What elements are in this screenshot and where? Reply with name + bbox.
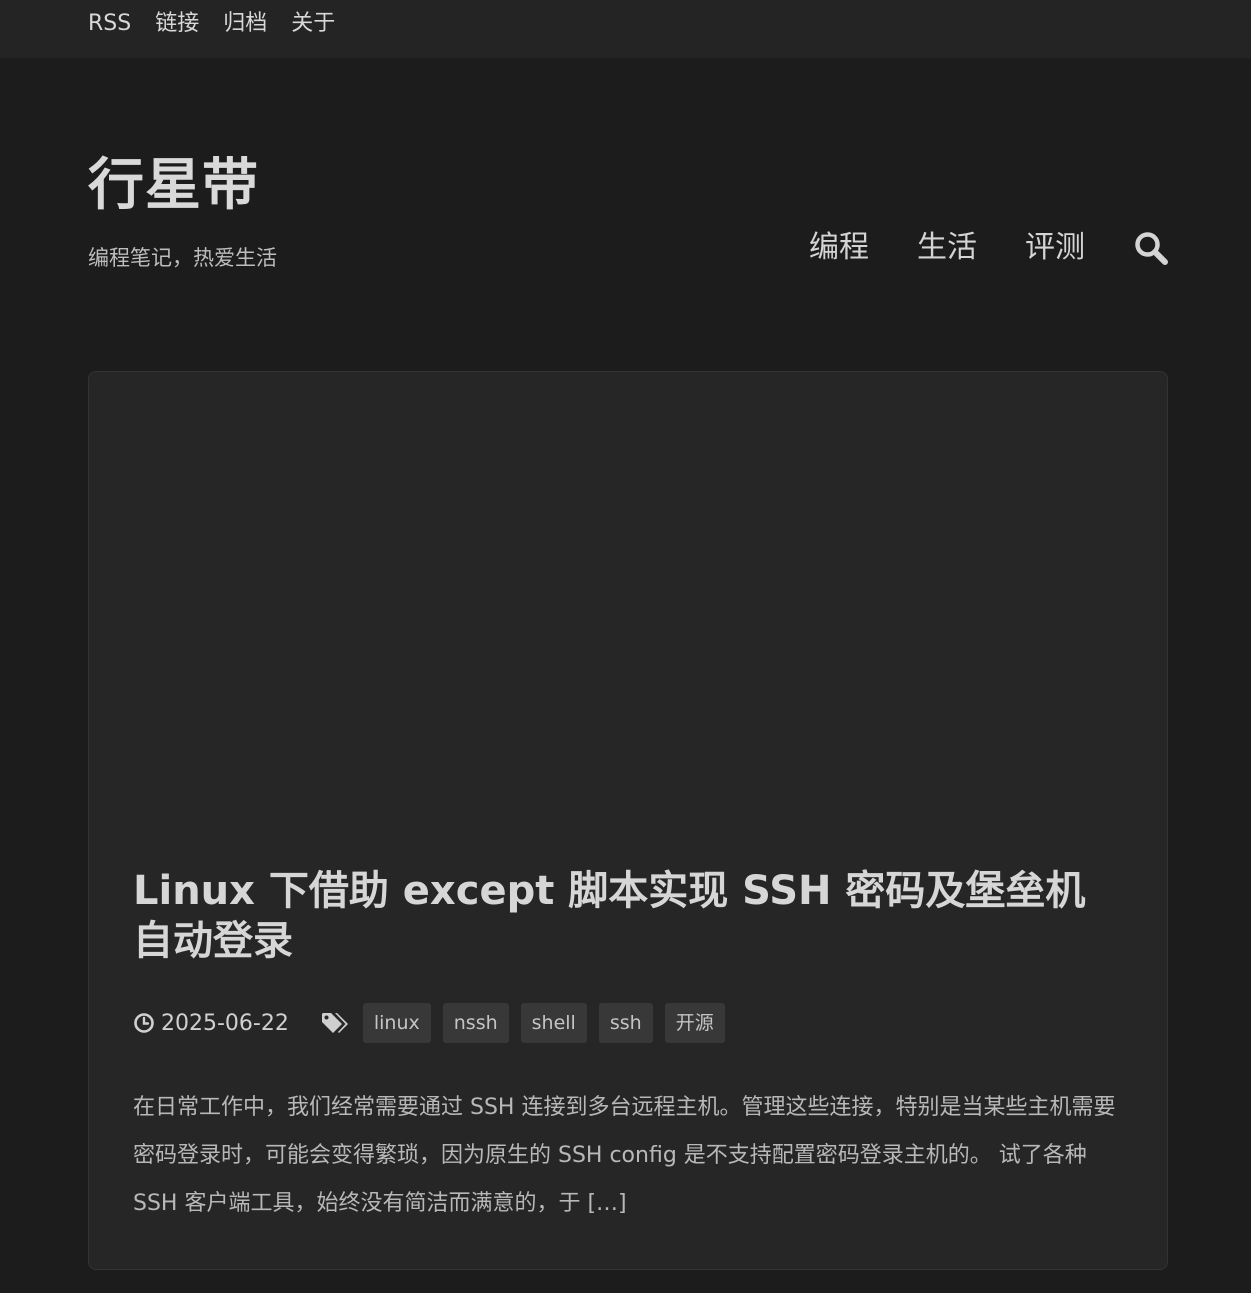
tag-ssh[interactable]: ssh [598,1003,653,1043]
top-bar: RSS 链接 归档 关于 [0,0,1251,58]
post-thumbnail[interactable] [89,372,1167,842]
site-title[interactable]: 行星带 [88,152,259,220]
post-card: Linux 下借助 except 脚本实现 SSH 密码及堡垒机自动登录 202… [88,371,1168,1270]
nav-item-life[interactable]: 生活 [917,228,977,268]
post-tags: linux nssh shell ssh 开源 [362,1003,725,1043]
tag-open-source[interactable]: 开源 [664,1003,725,1043]
tags-icon [321,1011,349,1035]
post-date-text: 2025-06-22 [161,1010,289,1036]
top-link-rss[interactable]: RSS [88,10,131,38]
tag-shell[interactable]: shell [520,1003,587,1043]
search-icon [1135,232,1168,265]
top-link-about[interactable]: 关于 [291,10,335,38]
tag-linux[interactable]: linux [362,1003,431,1043]
nav-item-review[interactable]: 评测 [1025,228,1085,268]
post-title[interactable]: Linux 下借助 except 脚本实现 SSH 密码及堡垒机自动登录 [133,866,1123,966]
clock-icon [134,1013,154,1033]
main-nav: 编程 生活 评测 [809,228,1169,268]
search-button[interactable] [1133,230,1169,266]
tag-nssh[interactable]: nssh [442,1003,509,1043]
top-link-archive[interactable]: 归档 [223,10,267,38]
post-excerpt: 在日常工作中，我们经常需要通过 SSH 连接到多台远程主机。管理这些连接，特别是… [133,1095,1116,1216]
post-date: 2025-06-22 [133,1011,289,1036]
site-subtitle: 编程笔记，热爱生活 [88,246,277,270]
top-links: RSS 链接 归档 关于 [88,10,335,38]
post-meta: 2025-06-22 linux nssh shell ssh 开源 [133,1002,725,1044]
nav-item-programming[interactable]: 编程 [809,228,869,268]
top-link-links[interactable]: 链接 [155,10,199,38]
